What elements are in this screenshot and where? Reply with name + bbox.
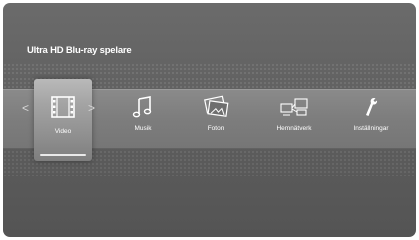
menu-item-music[interactable]: Musik (108, 95, 178, 132)
music-note-icon (132, 96, 152, 118)
menu-item-label: Inställningar (353, 125, 389, 132)
menu-item-video[interactable]: Video (28, 95, 98, 135)
menu-item-label: Foton (207, 125, 225, 132)
menu-item-photos[interactable]: Foton (181, 95, 251, 132)
film-icon (51, 96, 75, 118)
wrench-icon (366, 98, 378, 116)
menu-item-home-network[interactable]: Hemnätverk (259, 95, 329, 132)
home-network-icon (280, 98, 308, 116)
menu-item-label: Hemnätverk (276, 125, 312, 132)
menu-item-settings[interactable]: Inställningar (336, 95, 406, 132)
photos-icon (204, 95, 229, 117)
page-title: Ultra HD Blu-ray spelare (27, 45, 132, 56)
dot-pattern-top (3, 63, 416, 75)
menu-item-label: Video (54, 128, 72, 135)
tv-screen: Ultra HD Blu-ray spelare < > Video Musik (3, 3, 416, 237)
selection-glow (40, 154, 86, 156)
menu-item-label: Musik (134, 125, 152, 132)
